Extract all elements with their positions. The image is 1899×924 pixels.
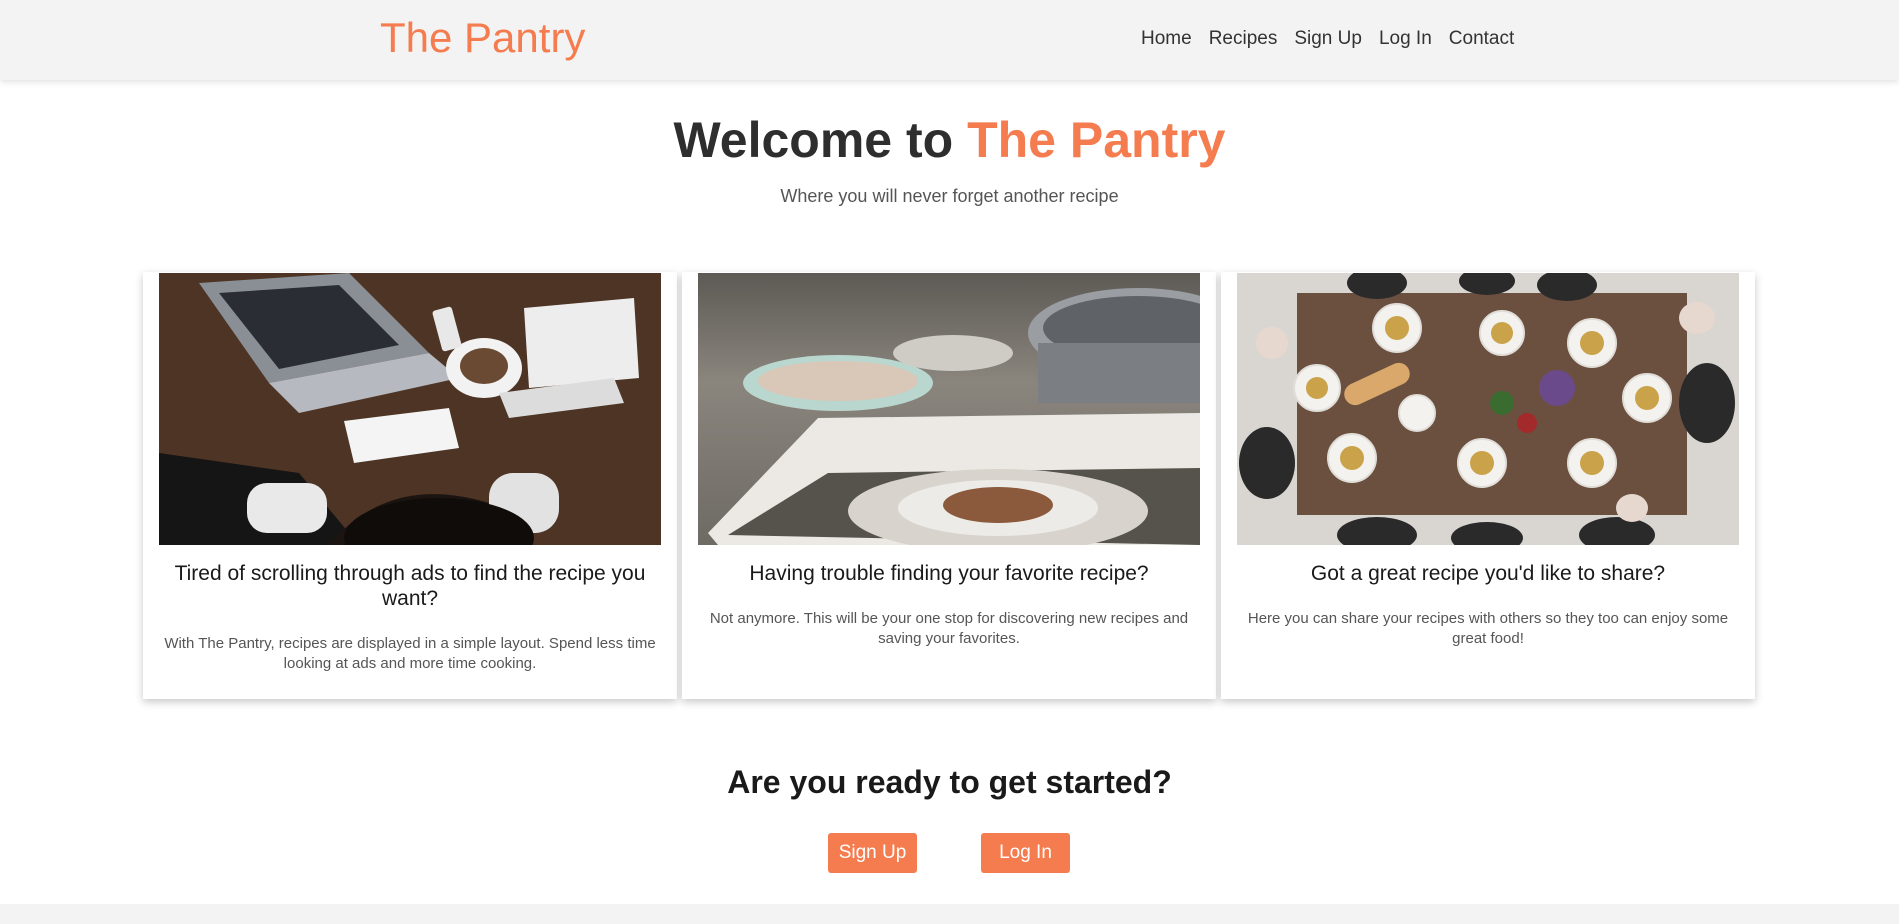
card-title: Tired of scrolling through ads to find t… xyxy=(174,562,646,610)
nav-link-contact[interactable]: Contact xyxy=(1449,26,1514,52)
log-in-button[interactable]: Log In xyxy=(981,833,1070,873)
hero-title: Welcome to The Pantry xyxy=(0,110,1899,170)
card-image-laptop-workspace xyxy=(159,273,661,545)
nav-link-sign-up[interactable]: Sign Up xyxy=(1294,26,1362,52)
nav-links: Home Recipes Sign Up Log In Contact xyxy=(1141,26,1514,52)
cta-title: Are you ready to get started? xyxy=(727,764,1172,800)
feature-card: Got a great recipe you'd like to share? … xyxy=(1221,272,1755,699)
feature-card: Tired of scrolling through ads to find t… xyxy=(143,272,677,699)
feature-cards: Tired of scrolling through ads to find t… xyxy=(143,272,1755,699)
card-text: Not anymore. This will be your one stop … xyxy=(709,610,1189,647)
nav-link-home[interactable]: Home xyxy=(1141,26,1192,52)
card-title: Got a great recipe you'd like to share? xyxy=(1310,562,1666,585)
hero-subtitle: Where you will never forget another reci… xyxy=(780,186,1119,206)
nav-link-recipes[interactable]: Recipes xyxy=(1209,26,1278,52)
card-image-dinner-table xyxy=(1237,273,1739,545)
feature-card: Having trouble finding your favorite rec… xyxy=(682,272,1216,699)
footer xyxy=(0,904,1899,924)
card-text: With The Pantry, recipes are displayed i… xyxy=(164,635,656,672)
brand-logo[interactable]: The Pantry xyxy=(380,14,585,62)
card-title: Having trouble finding your favorite rec… xyxy=(749,562,1149,585)
card-image-cookbook xyxy=(698,273,1200,545)
nav-link-log-in[interactable]: Log In xyxy=(1379,26,1432,52)
navbar: The Pantry Home Recipes Sign Up Log In C… xyxy=(0,0,1899,80)
sign-up-button[interactable]: Sign Up xyxy=(828,833,917,873)
hero-title-accent: The Pantry xyxy=(967,112,1226,168)
card-text: Here you can share your recipes with oth… xyxy=(1247,610,1729,647)
hero-title-prefix: Welcome to xyxy=(673,112,968,168)
